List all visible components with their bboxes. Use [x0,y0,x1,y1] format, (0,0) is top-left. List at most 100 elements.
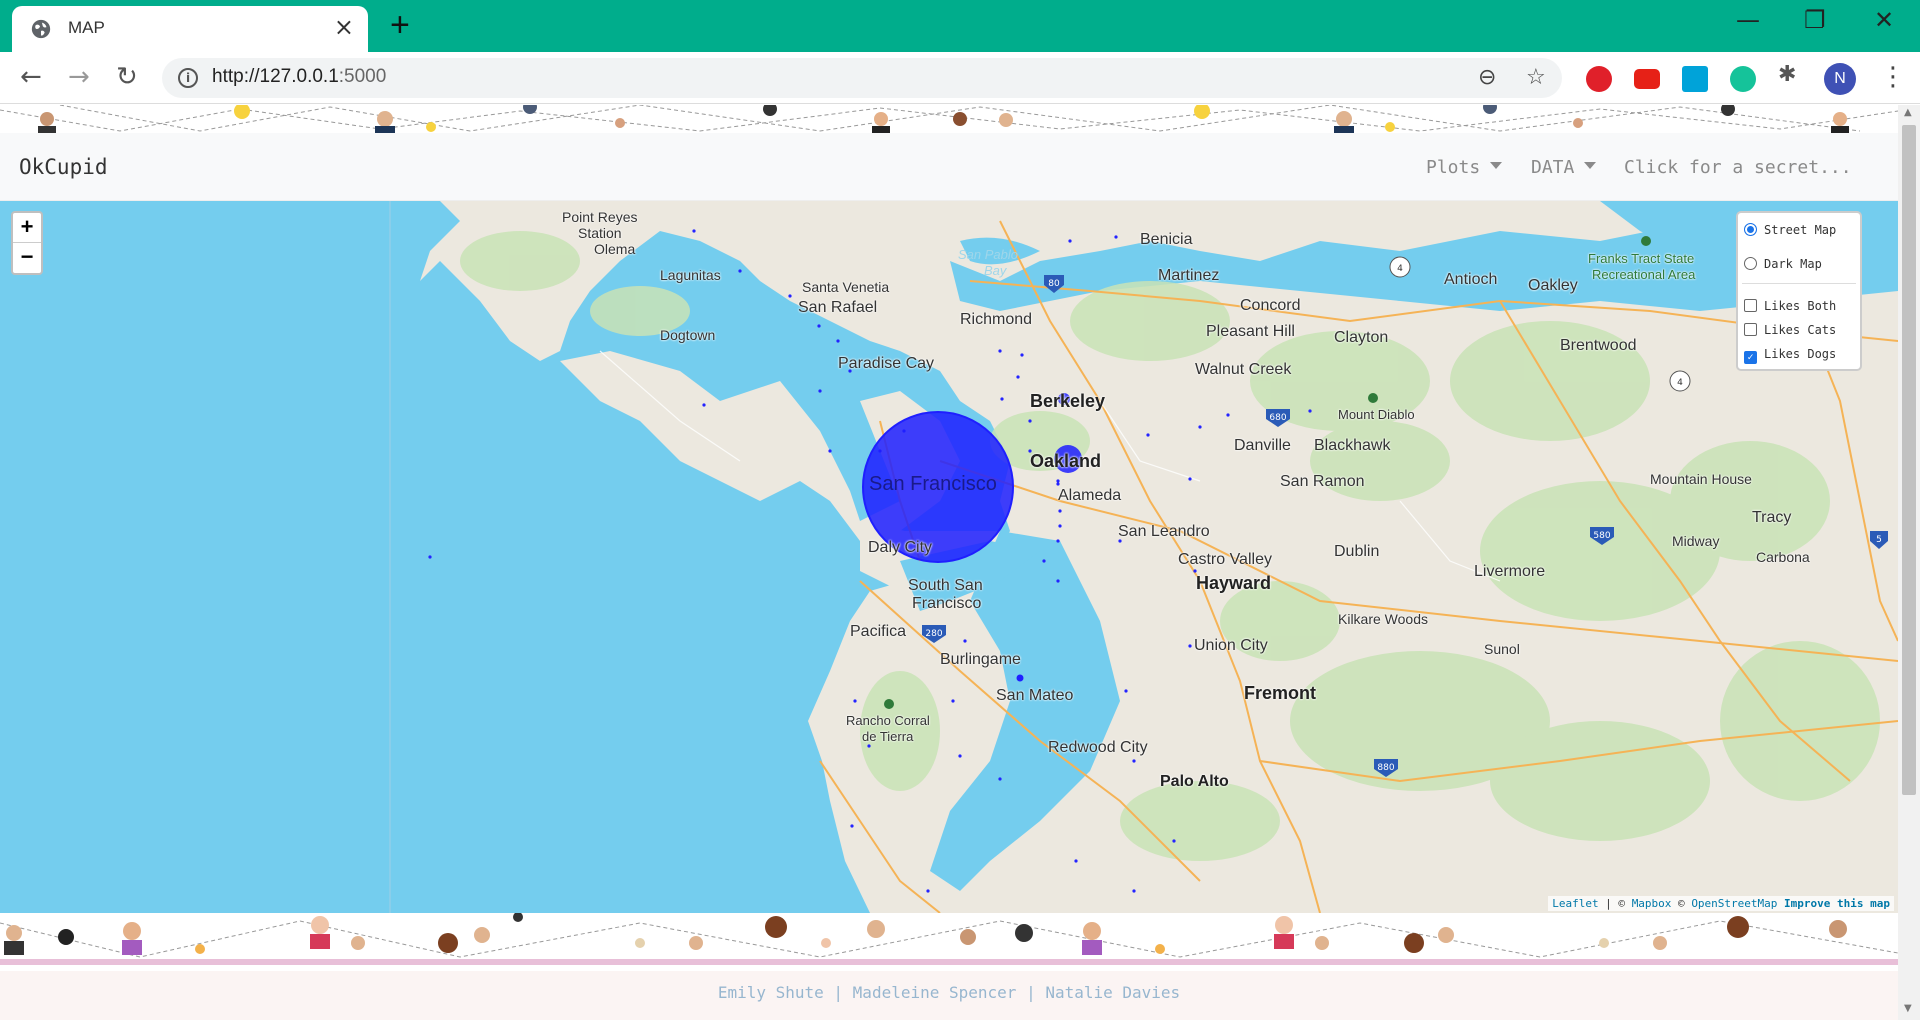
restore-button[interactable]: ❐ [1804,8,1826,32]
minimize-button[interactable]: — [1736,8,1760,32]
zoom-in-button[interactable]: + [13,213,41,243]
plots-dropdown[interactable]: Plots [1426,157,1503,178]
place-label: Oakley [1528,277,1578,294]
svg-text:680: 680 [1269,413,1286,423]
place-label: Kilkare Woods [1338,611,1429,627]
people-banner-bottom [0,913,1898,965]
place-label: Pleasant Hill [1206,323,1295,340]
place-label: Franks Tract State [1588,251,1695,266]
profile-avatar[interactable]: N [1824,63,1856,95]
url-text[interactable]: http://127.0.0.1:5000 [212,66,386,88]
site-brand[interactable]: OkCupid [19,155,108,179]
svg-text:4: 4 [1397,264,1403,274]
leaflet-map[interactable]: 80 4 680 580 5 280 880 4 Point Reyes Sta… [0,201,1898,913]
mapbox-link[interactable]: Mapbox [1632,897,1672,910]
place-label: San Mateo [996,687,1074,704]
zoom-control: + − [11,211,43,275]
grammarly-extension-icon[interactable] [1730,66,1756,92]
scrollbar-thumb[interactable] [1902,125,1916,795]
place-label: San Leandro [1118,523,1210,540]
layer-dark-map[interactable]: Dark Map [1744,257,1822,277]
place-label: Walnut Creek [1195,361,1292,378]
improve-map-link[interactable]: Improve this map [1777,897,1890,910]
place-label: Livermore [1474,563,1546,580]
place-label: Paradise Cay [838,355,935,372]
overlay-likes-cats[interactable]: Likes Cats [1744,323,1836,343]
browser-toolbar: ← → ↻ i http://127.0.0.1:5000 ⊖ ☆ ✱ N ⋮ [0,52,1920,104]
scroll-up-icon[interactable]: ▲ [1904,107,1912,118]
extension-icon-blue[interactable] [1682,66,1708,92]
place-label: San Rafael [798,299,878,316]
extension-icon-red[interactable] [1586,66,1612,92]
people-banner-top [0,105,1898,133]
place-label: San Pablo [958,247,1018,262]
place-label: Burlingame [940,651,1021,668]
svg-text:280: 280 [925,629,942,639]
place-label: Alameda [1058,487,1122,504]
place-label: Rancho Corral [846,713,930,728]
browser-tab[interactable]: MAP × [12,6,368,52]
place-label: Station [578,225,622,241]
layer-street-map[interactable]: Street Map [1744,223,1836,243]
place-label: Brentwood [1560,337,1637,354]
footer-credits: Emily Shute | Madeleine Spencer | Natali… [0,971,1898,1020]
forward-icon[interactable]: → [68,64,90,90]
zoom-out-icon[interactable]: ⊖ [1478,65,1496,90]
reload-icon[interactable]: ↻ [116,64,138,90]
place-label: Mount Diablo [1338,407,1415,422]
info-icon[interactable]: i [178,68,198,88]
place-label: Sunol [1484,641,1520,657]
scroll-down-icon[interactable]: ▼ [1904,1003,1912,1014]
place-label: South San [908,577,983,594]
globe-icon [31,19,51,39]
place-label: Dublin [1334,543,1380,560]
new-tab-button[interactable]: + [390,8,410,42]
place-label: Recreational Area [1592,267,1696,282]
site-navbar: OkCupid Plots DATA Click for a secret... [0,133,1898,201]
radio-icon[interactable] [1744,257,1757,270]
place-label: Fremont [1244,683,1316,703]
marker-san-mateo[interactable] [1016,674,1024,682]
close-window-button[interactable]: ✕ [1874,8,1894,32]
svg-text:5: 5 [1876,535,1882,545]
place-label: Clayton [1334,329,1389,346]
page-scrollbar[interactable]: ▲ ▼ [1898,105,1920,1020]
place-label: San Ramon [1280,473,1365,490]
youtube-extension-icon[interactable] [1634,69,1660,89]
place-label: Carbona [1756,549,1810,565]
place-label: Santa Venetia [802,279,890,295]
leaflet-link[interactable]: Leaflet [1552,897,1598,910]
place-label: Dogtown [660,327,716,343]
place-label: San Francisco [869,473,997,495]
data-dropdown[interactable]: DATA [1531,157,1597,178]
secret-link[interactable]: Click for a secret... [1624,157,1852,178]
checkbox-icon[interactable] [1744,323,1757,336]
extensions-icon[interactable]: ✱ [1778,64,1796,86]
checkbox-icon[interactable] [1744,299,1757,312]
osm-link[interactable]: OpenStreetMap [1691,897,1777,910]
overlay-likes-dogs[interactable]: ✓ Likes Dogs [1744,347,1836,367]
place-label: Danville [1234,437,1291,454]
tab-close-icon[interactable]: × [334,15,354,39]
checkbox-checked-icon[interactable]: ✓ [1744,351,1757,364]
place-label: Point Reyes [562,209,638,225]
menu-icon[interactable]: ⋮ [1880,62,1906,92]
place-label: Hayward [1196,573,1272,593]
place-label: Mountain House [1650,471,1752,487]
star-icon[interactable]: ☆ [1526,65,1546,90]
layer-control: Street Map Dark Map Likes Both Likes Cat… [1736,211,1862,371]
place-label: Antioch [1444,271,1498,288]
place-label: Redwood City [1048,739,1148,756]
place-label: Pacifica [850,623,907,640]
place-label: de Tierra [862,729,914,744]
place-label: Midway [1672,533,1720,549]
overlay-likes-both[interactable]: Likes Both [1744,299,1836,319]
place-label: Union City [1194,637,1268,654]
address-bar[interactable]: i http://127.0.0.1:5000 ⊖ ☆ [162,58,1562,98]
place-label: Lagunitas [660,267,721,283]
radio-selected-icon[interactable] [1744,223,1757,236]
back-icon[interactable]: ← [20,64,42,90]
zoom-out-button[interactable]: − [13,243,41,273]
svg-text:580: 580 [1593,531,1610,541]
place-label: Francisco [912,595,982,612]
